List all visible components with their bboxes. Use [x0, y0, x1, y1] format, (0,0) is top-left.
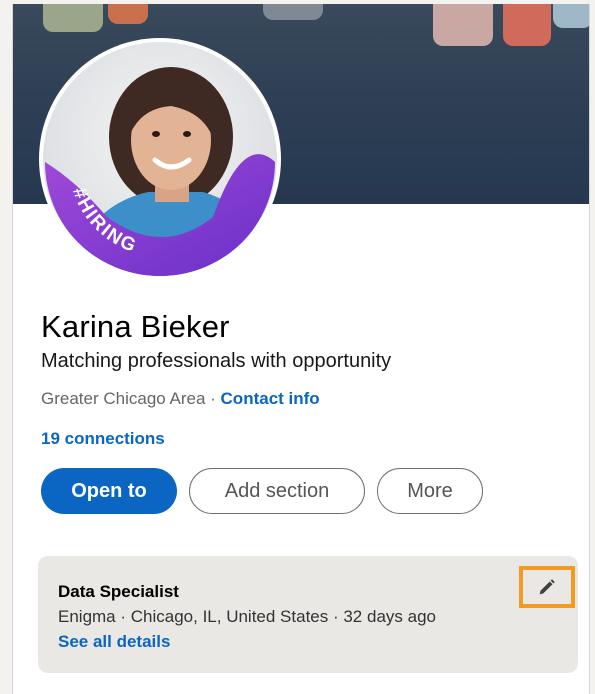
location-separator: ·: [205, 389, 221, 408]
hiring-job-card: Data Specialist Enigma · Chicago, IL, Un…: [38, 556, 578, 673]
see-all-details-link[interactable]: See all details: [58, 632, 170, 652]
profile-location-row: Greater Chicago Area · Contact info: [41, 389, 320, 409]
job-details: Enigma · Chicago, IL, United States · 32…: [58, 607, 436, 626]
hiring-badge-ring: #HIRING: [45, 154, 275, 276]
profile-location: Greater Chicago Area: [41, 389, 206, 408]
connections-link[interactable]: 19 connections: [41, 429, 165, 449]
job-title: Data Specialist: [58, 582, 179, 601]
more-button[interactable]: More: [377, 468, 483, 514]
profile-photo[interactable]: #HIRING: [43, 42, 277, 276]
profile-name: Karina Bieker: [41, 309, 230, 344]
add-section-button[interactable]: Add section: [189, 468, 365, 514]
pencil-icon: [539, 579, 555, 595]
profile-headline: Matching professionals with opportunity: [41, 350, 392, 372]
profile-photo-frame[interactable]: #HIRING: [39, 38, 281, 280]
edit-job-button[interactable]: [519, 566, 575, 608]
contact-info-link[interactable]: Contact info: [221, 389, 320, 408]
profile-card: #HIRING Karina Bieker Matching professio…: [12, 4, 590, 694]
open-to-button[interactable]: Open to: [41, 468, 177, 514]
